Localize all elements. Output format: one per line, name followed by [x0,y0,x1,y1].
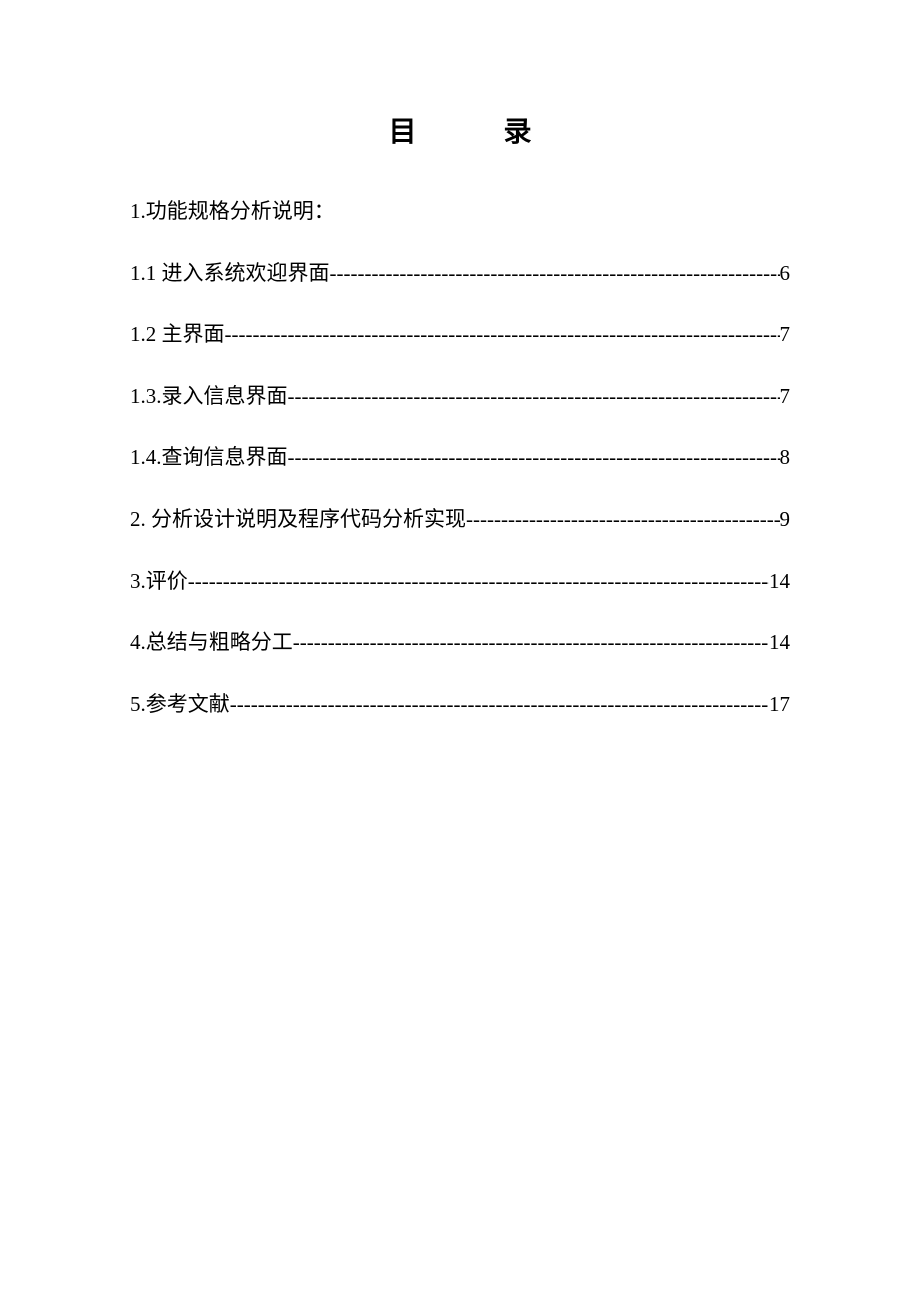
toc-leader [293,626,769,660]
section-heading-1: 1.功能规格分析说明： [130,195,790,229]
toc-leader [288,380,780,414]
toc-title: 目 录 [130,110,790,150]
toc-leader [466,503,780,537]
toc-page: 7 [780,380,791,414]
toc-page: 8 [780,441,791,475]
toc-label: 5.参考文献 [130,688,230,722]
toc-label: 4.总结与粗略分工 [130,626,293,660]
toc-page: 17 [769,688,790,722]
toc-entry: 1.4.查询信息界面 8 [130,441,790,475]
toc-entry: 1.1 进入系统欢迎界面 6 [130,257,790,291]
toc-page: 14 [769,565,790,599]
toc-entry: 5.参考文献 17 [130,688,790,722]
toc-leader [225,318,780,352]
toc-page: 14 [769,626,790,660]
toc-label: 2. 分析设计说明及程序代码分析实现 [130,503,466,537]
toc-page: 9 [780,503,791,537]
toc-entry: 1.2 主界面 7 [130,318,790,352]
toc-leader [188,565,769,599]
toc-label: 1.1 进入系统欢迎界面 [130,257,330,291]
toc-entry: 1.3.录入信息界面 7 [130,380,790,414]
toc-label: 1.4.查询信息界面 [130,441,288,475]
toc-leader [230,688,769,722]
toc-label: 1.3.录入信息界面 [130,380,288,414]
toc-page: 7 [780,318,791,352]
toc-leader [288,441,780,475]
toc-label: 3.评价 [130,565,188,599]
toc-label: 1.2 主界面 [130,318,225,352]
toc-entry: 4.总结与粗略分工 14 [130,626,790,660]
toc-page: 6 [780,257,791,291]
toc-entry: 3.评价 14 [130,565,790,599]
toc-entry: 2. 分析设计说明及程序代码分析实现 9 [130,503,790,537]
toc-leader [330,257,780,291]
